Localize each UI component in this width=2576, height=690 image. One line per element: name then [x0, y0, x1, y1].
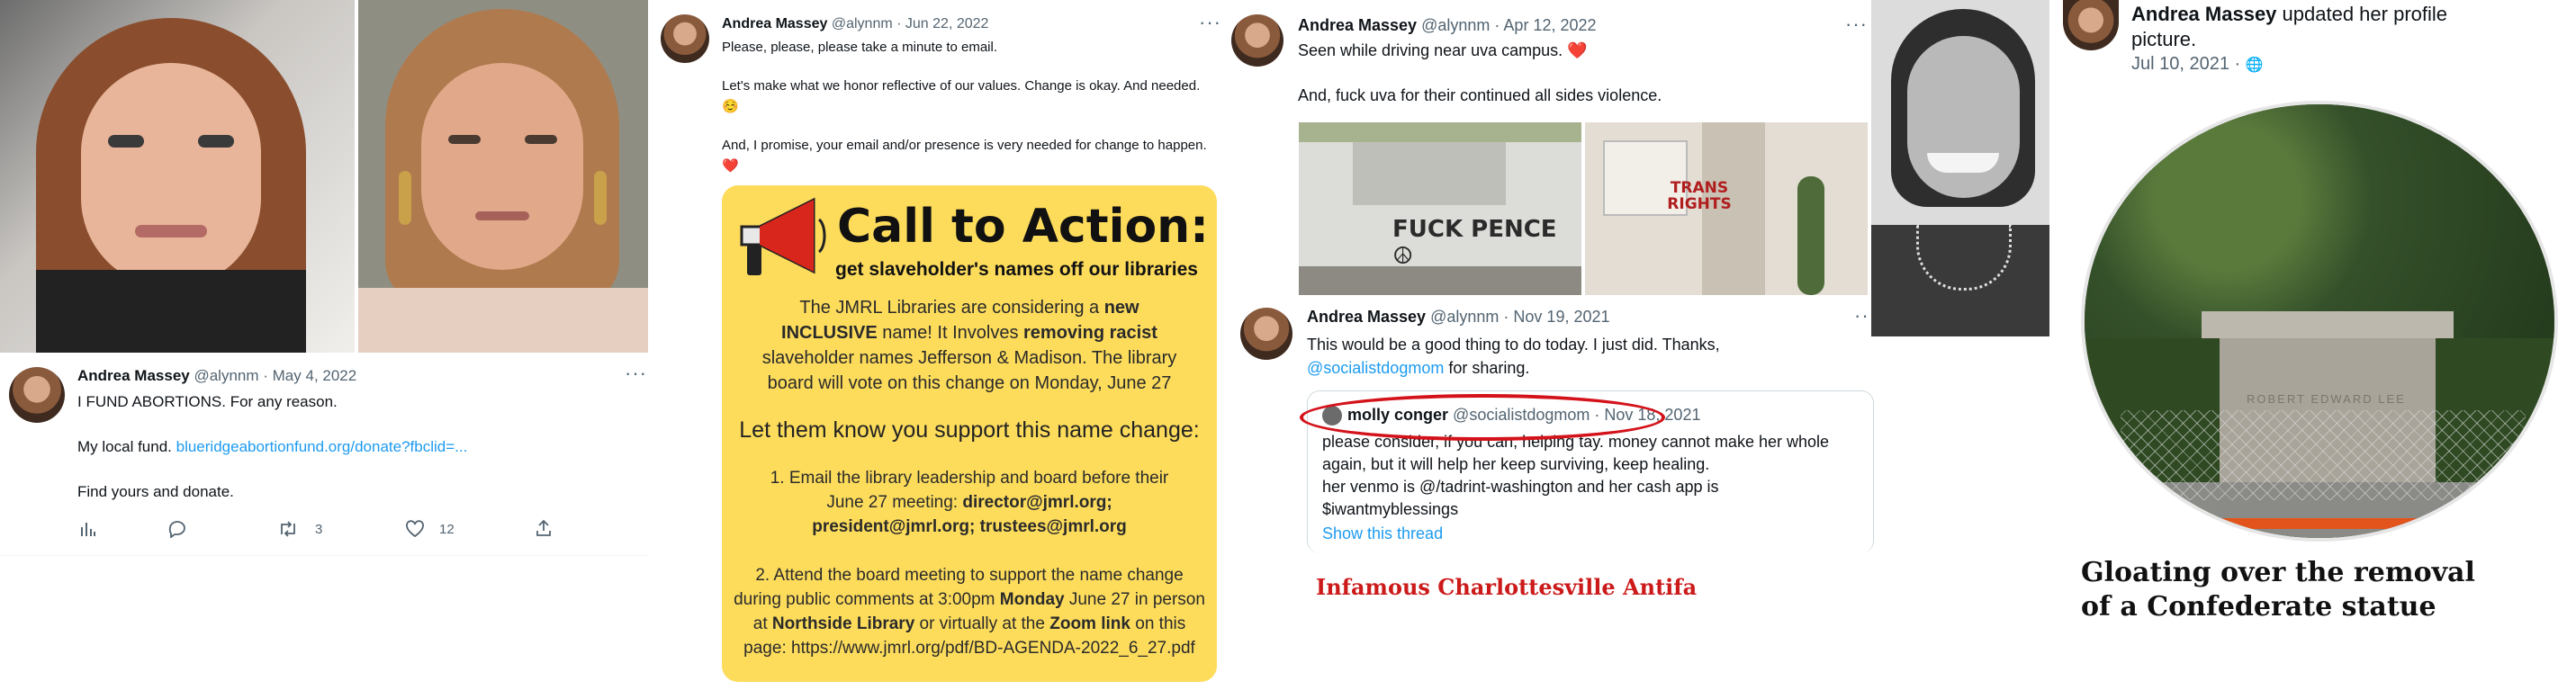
post-date[interactable]: Jul 10, 2021 ·: [2131, 54, 2246, 74]
tweet-date[interactable]: · Apr 12, 2022: [1494, 16, 1596, 34]
tweet-paragraph: Please, please, please take a minute to …: [722, 40, 998, 55]
author-name[interactable]: Andrea Massey: [1307, 308, 1426, 326]
avatar[interactable]: [2063, 0, 2119, 50]
quote-text-line: again, but it will help her keep survivi…: [1322, 455, 1710, 473]
quote-text-line: $iwantmyblessings: [1322, 500, 1459, 518]
highlight-ellipse: [1300, 394, 1665, 441]
tweet-line: I FUND ABORTIONS. For any reason.: [77, 393, 338, 410]
share-icon[interactable]: [535, 518, 553, 542]
cta-subtitle: get slaveholder's names off our librarie…: [835, 259, 1198, 280]
globe-icon: 🌐: [2245, 58, 2264, 73]
cta-title: Call to Action:: [837, 200, 1209, 254]
avatar[interactable]: [1240, 308, 1293, 360]
tweet-date[interactable]: · Jun 22, 2022: [896, 16, 988, 31]
caption-antifa: Infamous Charlottesville Antifa: [1316, 574, 1698, 600]
statue-inscription: ROBERT EDWARD LEE: [2247, 392, 2406, 406]
cta-description: The JMRL Libraries are considering a new…: [761, 298, 1177, 393]
author-name[interactable]: Andrea Massey: [2131, 3, 2276, 25]
profile-picture-statue[interactable]: ROBERT EDWARD LEE: [2081, 101, 2558, 542]
quote-text-line: her venmo is @/tadrint-washington and he…: [1322, 478, 1719, 496]
avatar[interactable]: [9, 367, 65, 423]
author-handle[interactable]: @alynnm: [832, 16, 893, 31]
author-name[interactable]: Andrea Massey: [77, 367, 190, 384]
tweet-line: Find yours and donate.: [77, 483, 234, 500]
tweet-paragraph: And, I promise, your email and/or presen…: [722, 138, 1207, 174]
photo-woman-in-car: [0, 0, 355, 353]
photo-mugshot: [358, 0, 648, 353]
tweet-line: And, fuck uva for their continued all si…: [1298, 86, 1662, 104]
graffiti-text: TRANS RIGHTS: [1667, 179, 1732, 213]
tweet-date[interactable]: · Nov 19, 2021: [1503, 308, 1609, 326]
cta-step-2: 2. Attend the board meeting to support t…: [734, 566, 1205, 658]
retweet-icon[interactable]: [277, 520, 299, 542]
mention-link[interactable]: @socialistdogmom: [1307, 359, 1444, 377]
like-count: 12: [439, 522, 455, 537]
more-menu-icon[interactable]: ···: [625, 362, 647, 385]
more-menu-icon[interactable]: ···: [1199, 11, 1221, 34]
more-menu-icon[interactable]: ··: [1854, 304, 1869, 327]
reply-text: This would be a good thing to do today. …: [1307, 336, 1720, 354]
reply-text-end: for sharing.: [1448, 359, 1530, 377]
megaphone-icon: [733, 193, 832, 291]
retweet-count: 3: [315, 522, 323, 537]
avatar[interactable]: [1231, 14, 1283, 67]
tweet-text: My local fund.: [77, 438, 172, 455]
profile-photo-smiling: [1871, 0, 2049, 336]
tweet-link[interactable]: blueridgeabortionfund.org/donate?fbclid=…: [176, 438, 468, 455]
reply-icon[interactable]: [167, 520, 187, 542]
author-handle[interactable]: @alynnm: [1421, 16, 1490, 34]
graffiti-photo-1[interactable]: FUCK PENCE ☮: [1299, 122, 1581, 295]
tweet-paragraph: Let's make what we honor reflective of o…: [722, 78, 1201, 114]
call-to-action-image[interactable]: Call to Action: get slaveholder's names …: [722, 185, 1217, 682]
graffiti-photo-2[interactable]: TRANS RIGHTS: [1585, 122, 1868, 295]
show-thread-link[interactable]: Show this thread: [1322, 524, 1443, 543]
divider: [0, 555, 648, 556]
analytics-icon[interactable]: [79, 520, 97, 542]
more-menu-icon[interactable]: ···: [1845, 13, 1868, 36]
like-icon[interactable]: [405, 520, 425, 542]
graffiti-text: FUCK PENCE ☮: [1392, 216, 1557, 270]
tweet-date[interactable]: · May 4, 2022: [263, 367, 356, 384]
author-name[interactable]: Andrea Massey: [1298, 16, 1417, 34]
author-name[interactable]: Andrea Massey: [722, 16, 827, 31]
cta-step-1: 1. Email the library leadership and boar…: [770, 469, 1169, 536]
author-handle[interactable]: @alynnm: [1430, 308, 1499, 326]
avatar[interactable]: [661, 14, 709, 63]
cta-heading: Let them know you support this name chan…: [739, 417, 1200, 443]
author-handle[interactable]: @alynnm: [194, 367, 258, 384]
tweet-line: Seen while driving near uva campus. ❤️: [1298, 41, 1588, 59]
caption-statue: Gloating over the removal of a Confedera…: [2081, 557, 2475, 623]
